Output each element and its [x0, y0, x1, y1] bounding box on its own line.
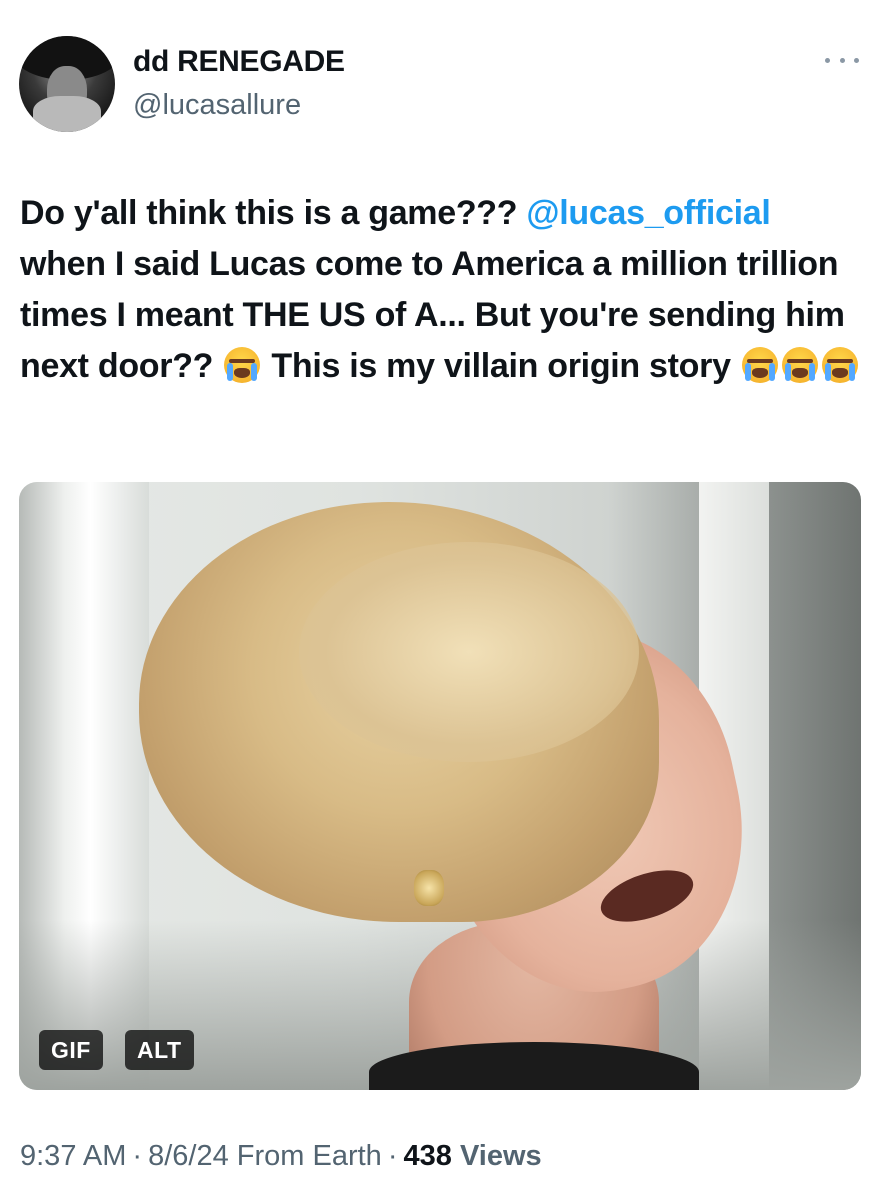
tweet-text-part1: Do y'all think this is a game???	[20, 194, 527, 232]
mention-link[interactable]: @lucas_official	[526, 194, 770, 232]
more-dot	[839, 57, 845, 63]
loudly-crying-face-icon	[781, 347, 818, 383]
views-label[interactable]: Views	[460, 1140, 542, 1172]
media-earring	[414, 870, 444, 906]
tweet-time[interactable]: 9:37 AM	[20, 1140, 126, 1172]
media-hair-highlight	[299, 542, 639, 762]
views-count[interactable]: 438	[403, 1140, 451, 1172]
loudly-crying-face-icon	[741, 347, 778, 383]
more-dot	[854, 57, 859, 63]
meta-separator: ·	[132, 1140, 143, 1172]
author-display-name[interactable]: dd RENEGADE	[133, 45, 345, 79]
tweet-text: Do y'all think this is a game??? @lucas_…	[20, 188, 865, 392]
avatar-hands	[33, 96, 101, 132]
more-options-icon[interactable]	[825, 48, 859, 72]
meta-separator: ·	[387, 1140, 398, 1172]
author-handle[interactable]: @lucasallure	[133, 89, 301, 122]
tweet-text-part3: This is my villain origin story	[262, 347, 740, 385]
tweet-date[interactable]: 8/6/24	[148, 1140, 229, 1172]
gif-media[interactable]	[19, 482, 861, 1090]
tweet-source: From Earth	[236, 1140, 382, 1172]
loudly-crying-face-icon	[821, 347, 858, 383]
tweet-meta: 9:37 AM · 8/6/24 From Earth · 438 Views	[20, 1140, 542, 1173]
loudly-crying-face-icon	[224, 347, 261, 383]
author-avatar[interactable]	[19, 36, 115, 132]
alt-badge[interactable]: ALT	[125, 1030, 194, 1070]
more-dot	[825, 57, 830, 63]
gif-badge: GIF	[39, 1030, 103, 1070]
